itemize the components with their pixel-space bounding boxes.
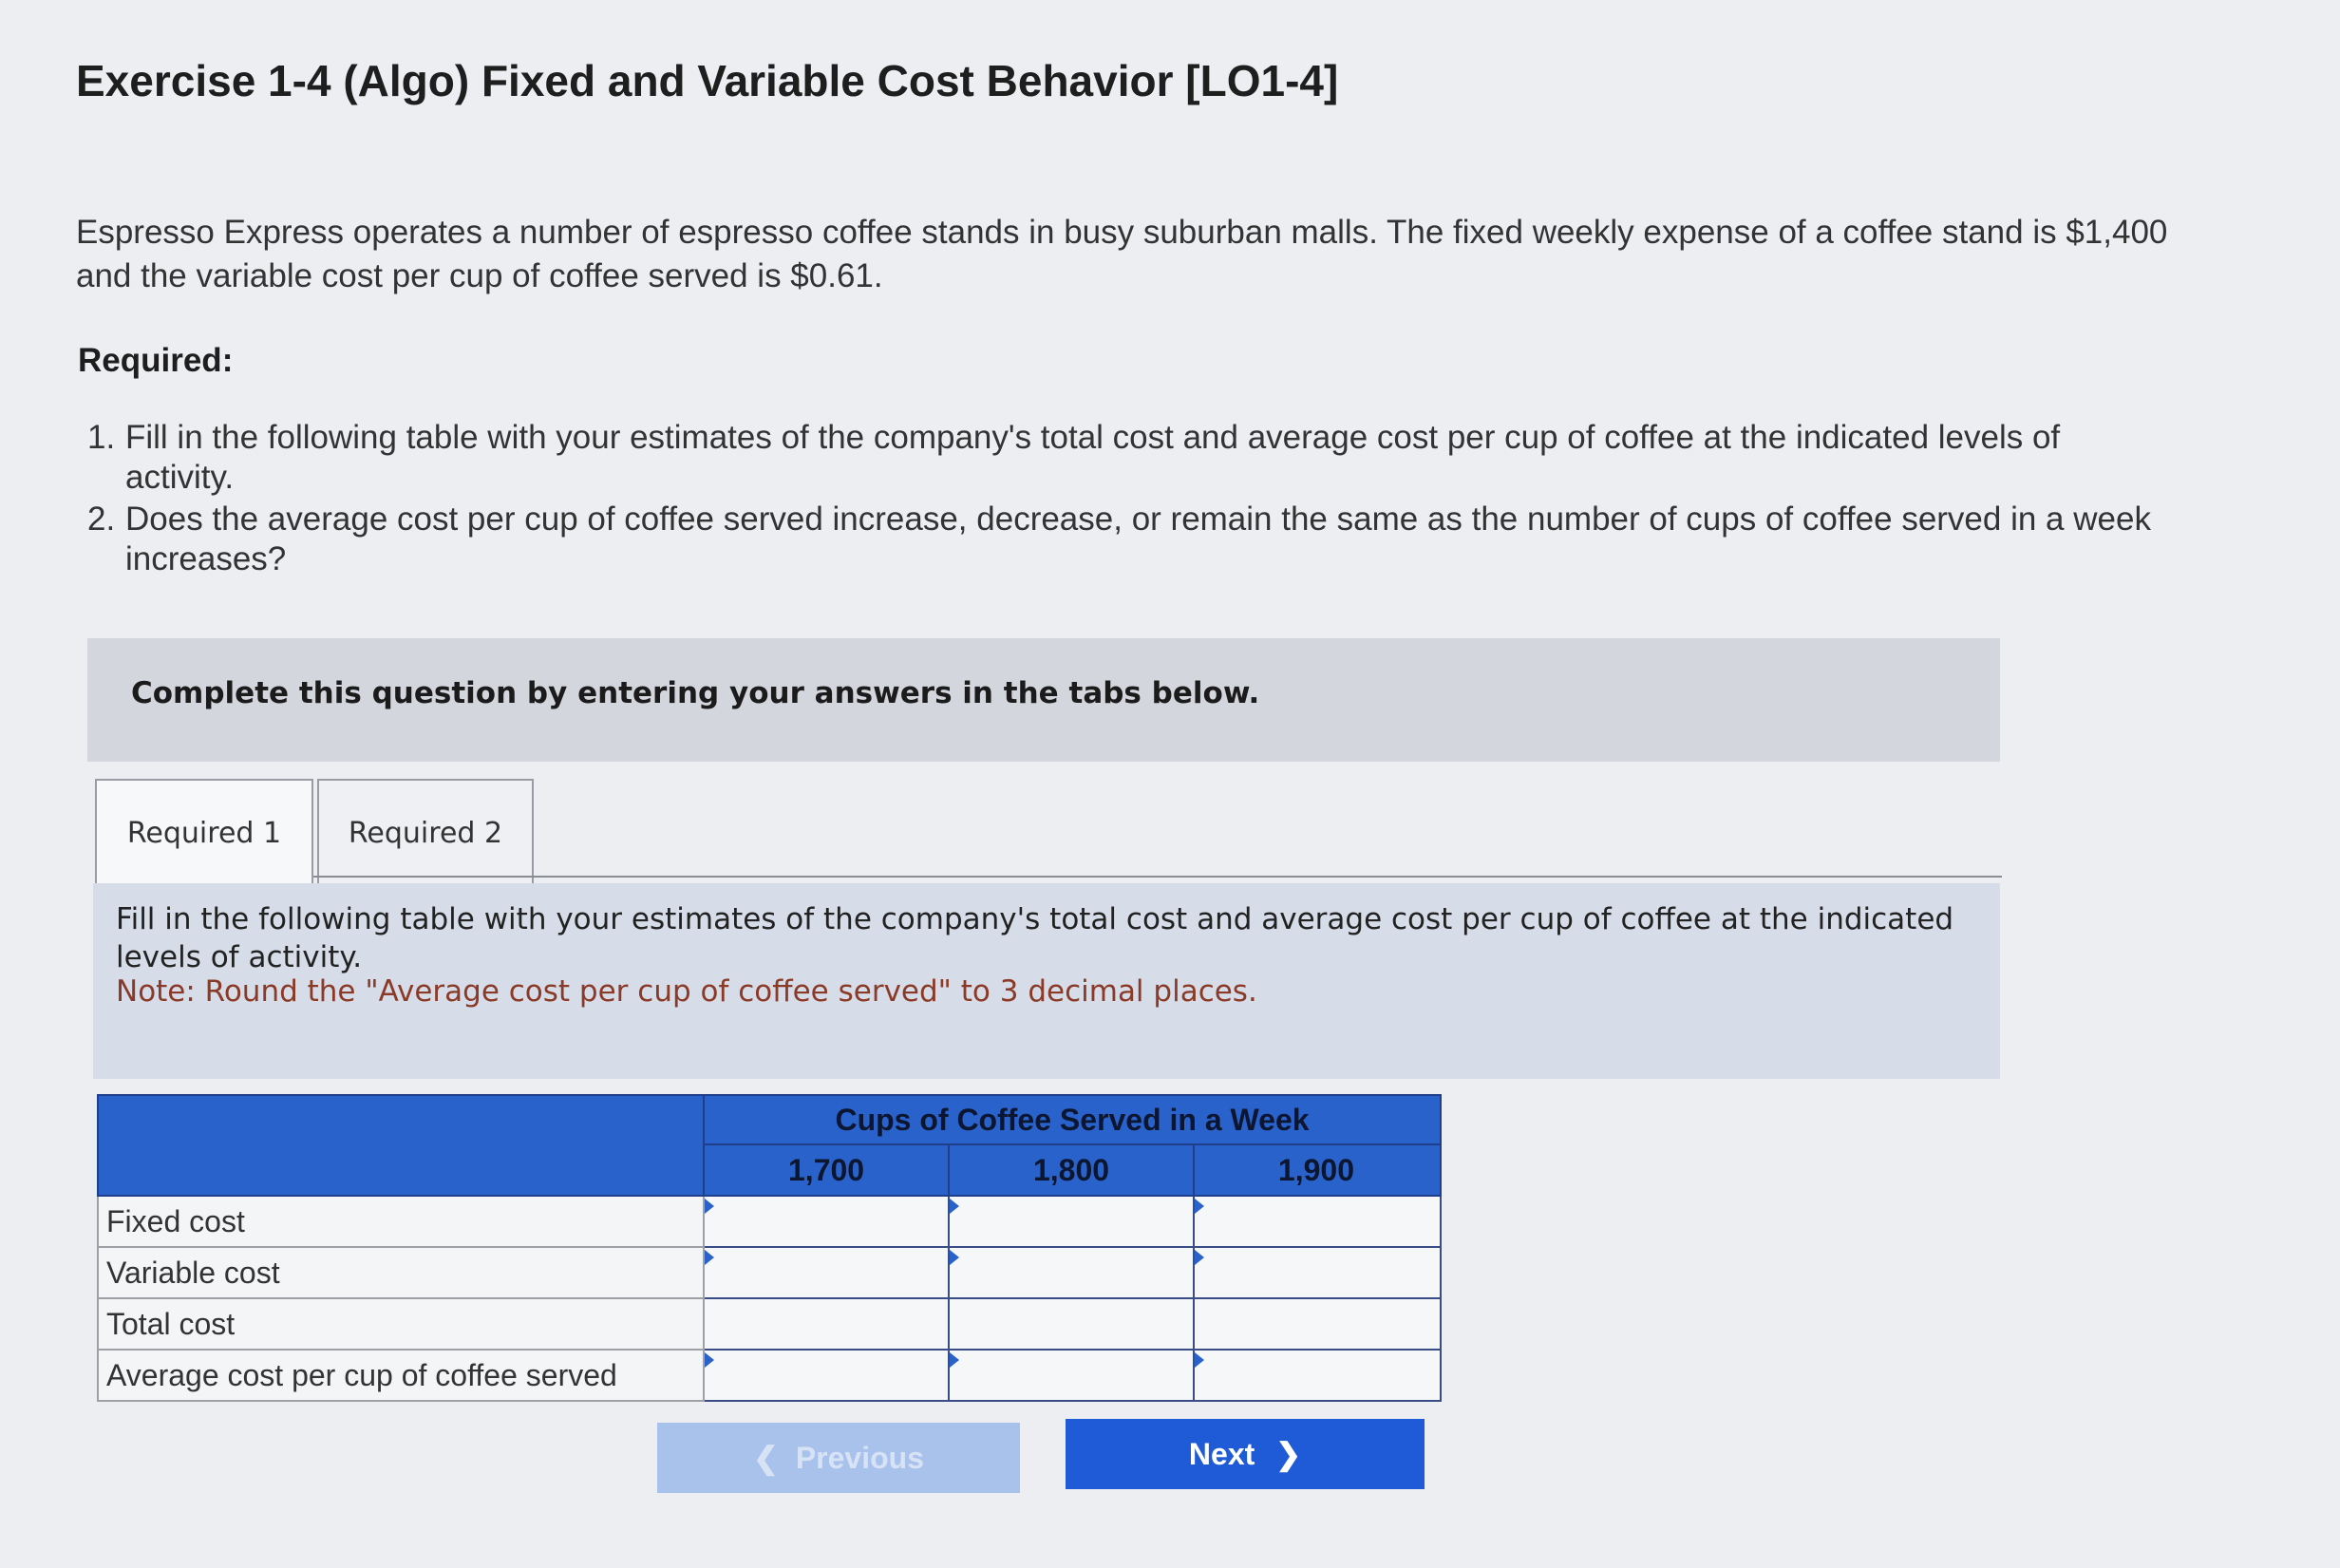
average-cost-1900-field[interactable] [1195, 1351, 1440, 1400]
row-label-fixed-cost: Fixed cost [97, 1195, 705, 1248]
tab-required-2[interactable]: Required 2 [317, 779, 534, 885]
input-marker-icon [950, 1352, 959, 1368]
tab-required-1[interactable]: Required 1 [95, 779, 313, 885]
input-marker-icon [950, 1199, 959, 1214]
variable-cost-1700-field[interactable] [705, 1248, 948, 1297]
total-cost-1800-field[interactable] [950, 1299, 1193, 1349]
total-cost-1800-input[interactable] [948, 1297, 1195, 1351]
table-row: Variable cost [97, 1246, 1442, 1299]
row-label-total-cost: Total cost [97, 1297, 705, 1351]
average-cost-1900-input[interactable] [1193, 1349, 1442, 1402]
total-cost-1700-input[interactable] [703, 1297, 950, 1351]
instruction-banner: Complete this question by entering your … [87, 638, 2000, 762]
requirement-number: 1. [87, 419, 116, 456]
next-button-label: Next [1188, 1436, 1255, 1471]
chevron-left-icon: ❮ [753, 1441, 779, 1475]
banner-text: Complete this question by entering your … [131, 676, 1260, 710]
average-cost-1800-input[interactable] [948, 1349, 1195, 1402]
fixed-cost-1700-input[interactable] [703, 1195, 950, 1248]
table-corner-header [97, 1094, 705, 1197]
previous-button-label: Previous [795, 1440, 924, 1475]
requirement-number: 2. [87, 501, 116, 538]
fixed-cost-1900-field[interactable] [1195, 1197, 1440, 1246]
required-heading: Required: [78, 342, 234, 379]
requirement-item: 2. Does the average cost per cup of coff… [87, 500, 2177, 579]
cups-group-header: Cups of Coffee Served in a Week [703, 1094, 1442, 1145]
total-cost-1900-field[interactable] [1195, 1299, 1440, 1349]
average-cost-1700-field[interactable] [705, 1351, 948, 1400]
cost-table: Cups of Coffee Served in a Week 1,700 1,… [97, 1094, 1442, 1402]
row-label-variable-cost: Variable cost [97, 1246, 705, 1299]
average-cost-1800-field[interactable] [950, 1351, 1193, 1400]
page-title: Exercise 1-4 (Algo) Fixed and Variable C… [76, 56, 1339, 105]
average-cost-1700-input[interactable] [703, 1349, 950, 1402]
row-label-average-cost: Average cost per cup of coffee served [97, 1349, 705, 1402]
column-header-1700: 1,700 [703, 1143, 950, 1197]
chevron-right-icon: ❯ [1275, 1437, 1302, 1471]
fixed-cost-1700-field[interactable] [705, 1197, 948, 1246]
table-row: Total cost [97, 1297, 1442, 1351]
column-header-1900: 1,900 [1193, 1143, 1442, 1197]
variable-cost-1800-field[interactable] [950, 1248, 1193, 1297]
total-cost-1900-input[interactable] [1193, 1297, 1442, 1351]
input-marker-icon [1195, 1199, 1204, 1214]
input-marker-icon [950, 1250, 959, 1265]
requirements-list: 1. Fill in the following table with your… [87, 418, 2177, 581]
input-marker-icon [705, 1250, 714, 1265]
total-cost-1700-field[interactable] [705, 1299, 948, 1349]
next-button[interactable]: Next ❯ [1066, 1419, 1425, 1489]
previous-button[interactable]: ❮ Previous [657, 1423, 1020, 1493]
variable-cost-1800-input[interactable] [948, 1246, 1195, 1299]
fixed-cost-1800-field[interactable] [950, 1197, 1193, 1246]
variable-cost-1700-input[interactable] [703, 1246, 950, 1299]
variable-cost-1900-field[interactable] [1195, 1248, 1440, 1297]
input-marker-icon [705, 1352, 714, 1368]
input-marker-icon [705, 1199, 714, 1214]
requirement-text: Fill in the following table with your es… [125, 419, 2061, 496]
input-marker-icon [1195, 1352, 1204, 1368]
fixed-cost-1900-input[interactable] [1193, 1195, 1442, 1248]
fixed-cost-1800-input[interactable] [948, 1195, 1195, 1248]
requirement-text: Does the average cost per cup of coffee … [125, 501, 2151, 577]
problem-intro: Espresso Express operates a number of es… [76, 214, 2168, 294]
tab-instructions-text: Fill in the following table with your es… [116, 902, 1954, 974]
tab-divider [313, 876, 2002, 878]
table-row: Average cost per cup of coffee served [97, 1349, 1442, 1402]
table-row: Fixed cost [97, 1195, 1442, 1248]
tab-instructions-panel: Fill in the following table with your es… [93, 883, 2000, 1079]
column-header-1800: 1,800 [948, 1143, 1195, 1197]
table-header-row: Cups of Coffee Served in a Week [97, 1094, 1442, 1197]
rounding-note: Note: Round the "Average cost per cup of… [116, 974, 1257, 1009]
requirement-item: 1. Fill in the following table with your… [87, 418, 2177, 498]
input-marker-icon [1195, 1250, 1204, 1265]
variable-cost-1900-input[interactable] [1193, 1246, 1442, 1299]
